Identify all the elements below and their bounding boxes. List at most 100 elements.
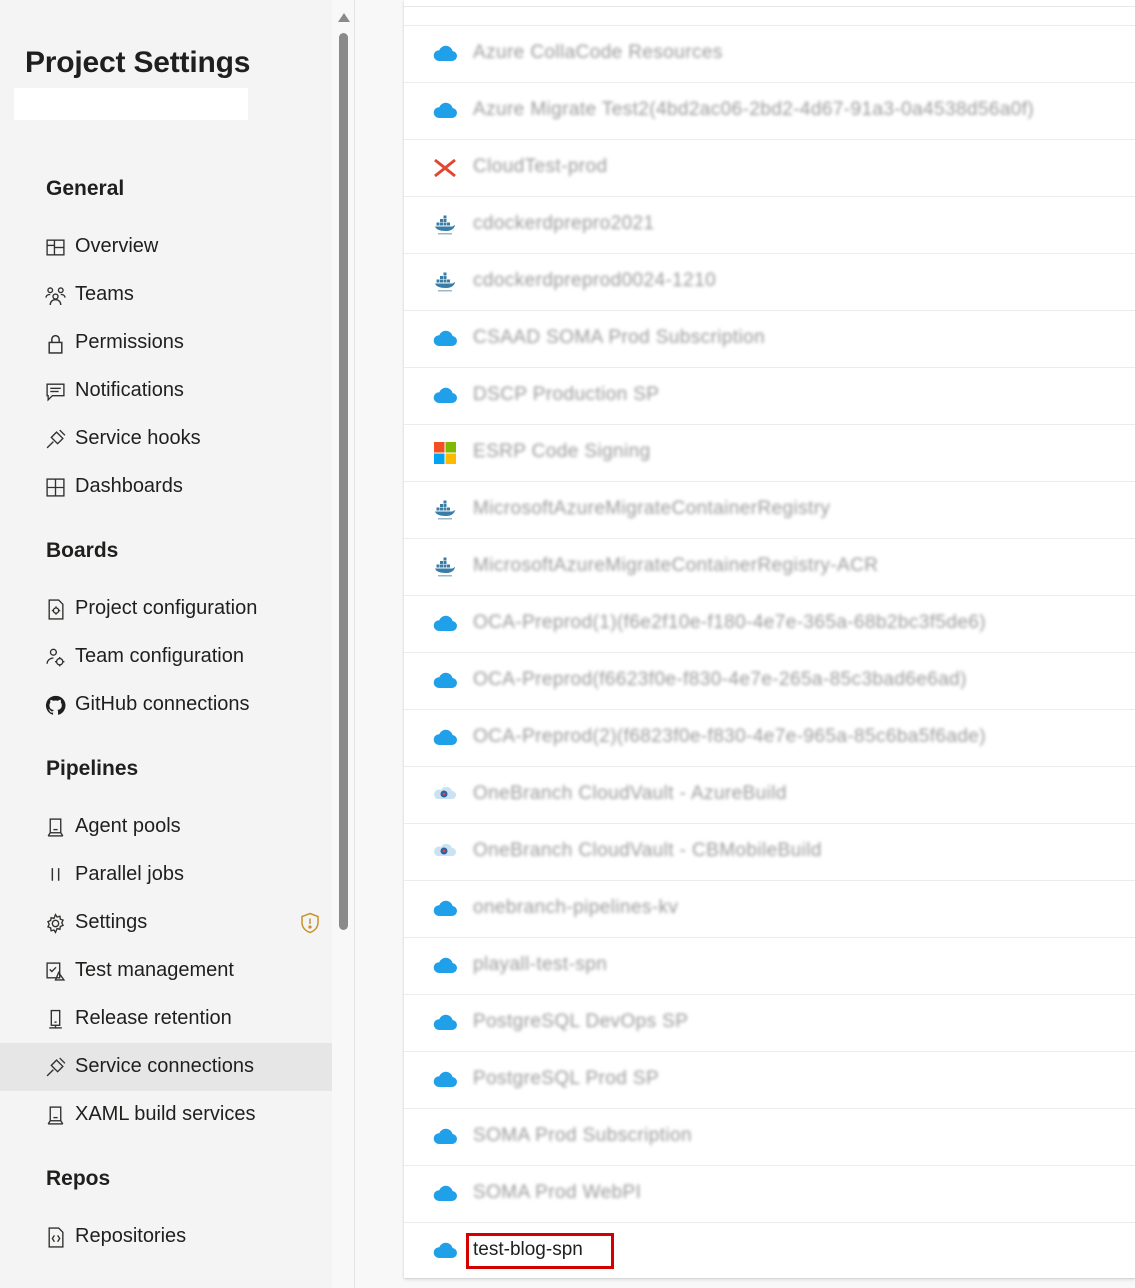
service-connection-row[interactable]: SOMA Prod Subscription: [404, 1108, 1135, 1166]
service-connection-name[interactable]: OCA-Preprod(f6623f0e-f830-4e7e-265a-85c3…: [473, 669, 967, 691]
sidebar-item-label: Repositories: [75, 1225, 187, 1247]
project-name-redacted: [14, 88, 248, 120]
sidebar-item-dashboards[interactable]: Dashboards: [0, 463, 332, 511]
section-pipelines: Pipelines: [46, 757, 139, 780]
azure-cloud-icon: [432, 43, 458, 65]
service-connection-name[interactable]: Azure CollaCode Resources: [473, 42, 723, 64]
sidebar-item-release-retention[interactable]: Release retention: [0, 995, 332, 1043]
docker-icon: [432, 271, 458, 293]
sidebar-item-parallel-jobs[interactable]: Parallel jobs: [0, 851, 332, 899]
overview-icon: [44, 236, 66, 258]
service-connection-row[interactable]: OCA-Preprod(f6623f0e-f830-4e7e-265a-85c3…: [404, 652, 1135, 710]
team-gear-icon: [44, 646, 66, 668]
sidebar-item-github-connections[interactable]: GitHub connections: [0, 681, 332, 729]
service-connection-name[interactable]: onebranch-pipelines-kv: [473, 897, 678, 919]
service-connection-name[interactable]: OCA-Preprod(1)(f6e2f10e-f180-4e7e-365a-6…: [473, 612, 986, 634]
service-connection-row[interactable]: DSCP Production SP: [404, 367, 1135, 425]
phone-icon: [44, 1008, 66, 1030]
service-connection-name[interactable]: SOMA Prod WebPI: [473, 1182, 641, 1204]
lock-icon: [44, 332, 66, 354]
sidebar-item-repositories[interactable]: Repositories: [0, 1213, 332, 1261]
sidebar-item-permissions[interactable]: Permissions: [0, 319, 332, 367]
sidebar-item-xaml-build-services[interactable]: XAML build services: [0, 1091, 332, 1139]
divider: [404, 6, 1135, 7]
plug-icon: [44, 1056, 66, 1078]
sidebar-item-test-management[interactable]: Test management: [0, 947, 332, 995]
service-connection-name[interactable]: PostgreSQL Prod SP: [473, 1068, 659, 1090]
sidebar-item-service-connections[interactable]: Service connections: [0, 1043, 332, 1091]
service-connection-row[interactable]: MicrosoftAzureMigrateContainerRegistry-A…: [404, 538, 1135, 596]
service-connection-row[interactable]: ESRP Code Signing: [404, 424, 1135, 482]
sidebar-item-project-configuration[interactable]: Project configuration: [0, 585, 332, 633]
service-connection-name[interactable]: playall-test-spn: [473, 954, 607, 976]
service-connection-row[interactable]: CloudTest-prod: [404, 139, 1135, 197]
service-connection-row[interactable]: PostgreSQL Prod SP: [404, 1051, 1135, 1109]
service-connection-name[interactable]: CloudTest-prod: [473, 156, 607, 178]
azure-cloud-icon: [432, 328, 458, 350]
service-connection-name[interactable]: SOMA Prod Subscription: [473, 1125, 692, 1147]
service-connection-name[interactable]: DSCP Production SP: [473, 384, 659, 406]
service-connection-row[interactable]: onebranch-pipelines-kv: [404, 880, 1135, 938]
service-connection-name[interactable]: cdockerdprepro2021: [473, 213, 654, 235]
azure-cloud-icon: [432, 955, 458, 977]
service-connection-name[interactable]: cdockerdpreprod0024-1210: [473, 270, 716, 292]
sidebar-item-label: Test management: [75, 959, 234, 981]
sidebar-item-label: Team configuration: [75, 645, 244, 667]
service-connection-name[interactable]: MicrosoftAzureMigrateContainerRegistry: [473, 498, 830, 520]
sidebar-item-service-hooks[interactable]: Service hooks: [0, 415, 332, 463]
azure-cloud-icon: [432, 1012, 458, 1034]
service-connection-name[interactable]: Azure Migrate Test2(4bd2ac06-2bd2-4d67-9…: [473, 99, 1034, 121]
sidebar-item-settings[interactable]: Settings: [0, 899, 332, 947]
agent-icon: [44, 1104, 66, 1126]
page-title: Project Settings: [25, 46, 251, 79]
azure-cloud-icon: [432, 1183, 458, 1205]
service-connection-name[interactable]: PostgreSQL DevOps SP: [473, 1011, 688, 1033]
service-connection-row[interactable]: PostgreSQL DevOps SP: [404, 994, 1135, 1052]
azure-cloud-icon: [432, 727, 458, 749]
service-connection-row[interactable]: OneBranch CloudVault - CBMobileBuild: [404, 823, 1135, 881]
scroll-up-arrow[interactable]: [338, 13, 350, 22]
sidebar-item-label: Agent pools: [75, 815, 181, 837]
teams-icon: [44, 284, 66, 306]
sidebar-item-overview[interactable]: Overview: [0, 223, 332, 271]
shield-warning-icon: [298, 911, 322, 935]
service-connection-row[interactable]: Azure CollaCode Resources: [404, 25, 1135, 83]
service-connection-row[interactable]: OneBranch CloudVault - AzureBuild: [404, 766, 1135, 824]
sidebar: Project Settings General Overview Teams …: [0, 0, 332, 1288]
service-connection-row[interactable]: SOMA Prod WebPI: [404, 1165, 1135, 1223]
azure-cloud-icon: [432, 670, 458, 692]
service-connection-name[interactable]: OneBranch CloudVault - AzureBuild: [473, 783, 787, 805]
service-connection-row[interactable]: cdockerdpreprod0024-1210: [404, 253, 1135, 311]
service-connection-row[interactable]: CSAAD SOMA Prod Subscription: [404, 310, 1135, 368]
service-connection-name[interactable]: OCA-Preprod(2)(f6823f0e-f830-4e7e-965a-8…: [473, 726, 986, 748]
service-connection-row[interactable]: playall-test-spn: [404, 937, 1135, 995]
sidebar-item-teams[interactable]: Teams: [0, 271, 332, 319]
sidebar-item-team-configuration[interactable]: Team configuration: [0, 633, 332, 681]
azure-cloud-icon: [432, 1069, 458, 1091]
service-connection-row[interactable]: Azure Migrate Test2(4bd2ac06-2bd2-4d67-9…: [404, 82, 1135, 140]
service-connection-row[interactable]: test-blog-spn: [404, 1222, 1135, 1280]
service-connection-name[interactable]: OneBranch CloudVault - CBMobileBuild: [473, 840, 822, 862]
test-icon: [44, 960, 66, 982]
azure-cloud-icon: [432, 100, 458, 122]
sidebar-item-notifications[interactable]: Notifications: [0, 367, 332, 415]
grid-icon: [44, 476, 66, 498]
repo-icon: [44, 1226, 66, 1248]
github-icon: [44, 694, 66, 716]
agent-icon: [44, 816, 66, 838]
service-connection-name[interactable]: MicrosoftAzureMigrateContainerRegistry-A…: [473, 555, 878, 577]
sidebar-item-label: Dashboards: [75, 475, 183, 497]
sidebar-item-label: Teams: [75, 283, 134, 305]
service-connection-name[interactable]: ESRP Code Signing: [473, 441, 651, 463]
service-connection-row[interactable]: OCA-Preprod(1)(f6e2f10e-f180-4e7e-365a-6…: [404, 595, 1135, 653]
sidebar-item-label: GitHub connections: [75, 693, 250, 715]
sidebar-item-agent-pools[interactable]: Agent pools: [0, 803, 332, 851]
service-connection-name[interactable]: CSAAD SOMA Prod Subscription: [473, 327, 765, 349]
section-repos: Repos: [46, 1167, 111, 1190]
service-connection-row[interactable]: MicrosoftAzureMigrateContainerRegistry: [404, 481, 1135, 539]
sidebar-scrollbar[interactable]: [339, 33, 348, 930]
gear-doc-icon: [44, 598, 66, 620]
service-connection-row[interactable]: OCA-Preprod(2)(f6823f0e-f830-4e7e-965a-8…: [404, 709, 1135, 767]
service-connection-row[interactable]: cdockerdprepro2021: [404, 196, 1135, 254]
sidebar-item-label: Project configuration: [75, 597, 258, 619]
